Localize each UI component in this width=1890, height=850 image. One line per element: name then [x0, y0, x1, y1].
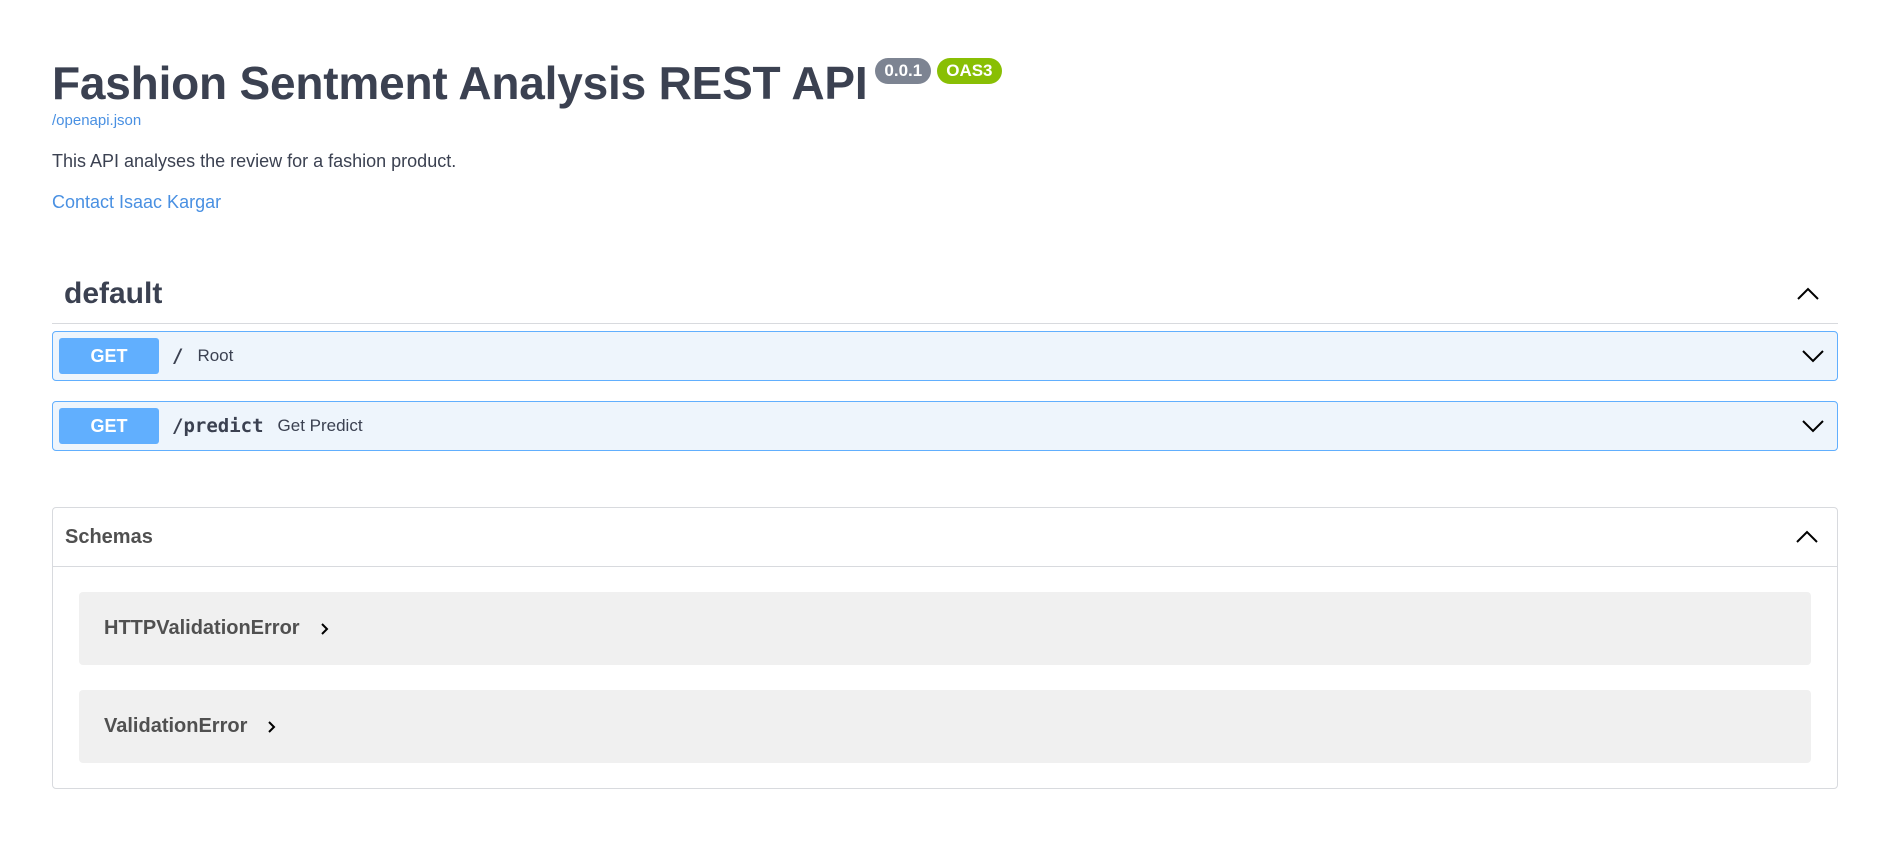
- schemas-title: Schemas: [65, 525, 153, 548]
- expand-operation-button[interactable]: [1795, 408, 1831, 444]
- chevron-right-icon: [320, 622, 330, 636]
- tag-header[interactable]: default: [52, 265, 1838, 324]
- api-description: This API analyses the review for a fashi…: [52, 151, 457, 171]
- api-info: Fashion Sentment Analysis REST API 0.0.1…: [52, 0, 1838, 213]
- tag-name: default: [64, 277, 163, 310]
- schema-model-httpvalidationerror[interactable]: HTTPValidationError: [79, 592, 1811, 665]
- http-method-badge: GET: [59, 338, 159, 374]
- operation-get-root[interactable]: GET / Root: [52, 331, 1838, 381]
- operation-path: /predict: [172, 415, 264, 437]
- chevron-right-icon: [267, 720, 277, 734]
- schemas-list: HTTPValidationError ValidationError: [53, 567, 1837, 788]
- operation-path: /: [172, 345, 184, 367]
- chevron-up-icon: [1796, 530, 1818, 543]
- operation-summary: Root: [197, 346, 234, 365]
- operation-summary: Get Predict: [277, 416, 363, 435]
- schema-model-validationerror[interactable]: ValidationError: [79, 690, 1811, 763]
- chevron-down-icon: [1802, 420, 1824, 433]
- expand-operation-button[interactable]: [1795, 338, 1831, 374]
- openapi-json-link[interactable]: /openapi.json: [52, 112, 1838, 129]
- contact-link[interactable]: Contact Isaac Kargar: [52, 192, 1838, 213]
- chevron-down-icon: [1802, 350, 1824, 363]
- oas-badge: OAS3: [937, 58, 1002, 84]
- model-name: HTTPValidationError: [104, 617, 300, 639]
- tag-section-default: default GET / Root GET /predict Get Pred…: [52, 265, 1838, 451]
- title-row: Fashion Sentment Analysis REST API 0.0.1…: [52, 56, 1838, 110]
- version-badge: 0.0.1: [875, 58, 932, 84]
- chevron-up-icon: [1797, 287, 1819, 300]
- operation-get-predict[interactable]: GET /predict Get Predict: [52, 401, 1838, 451]
- http-method-badge: GET: [59, 408, 159, 444]
- collapse-schemas-button[interactable]: [1789, 519, 1825, 555]
- schemas-section: Schemas HTTPValidationError ValidationEr…: [52, 507, 1838, 789]
- model-name: ValidationError: [104, 715, 248, 737]
- collapse-tag-button[interactable]: [1790, 276, 1826, 312]
- swagger-ui: Fashion Sentment Analysis REST API 0.0.1…: [0, 0, 1890, 789]
- page-title: Fashion Sentment Analysis REST API: [52, 57, 868, 109]
- schemas-header[interactable]: Schemas: [53, 508, 1837, 567]
